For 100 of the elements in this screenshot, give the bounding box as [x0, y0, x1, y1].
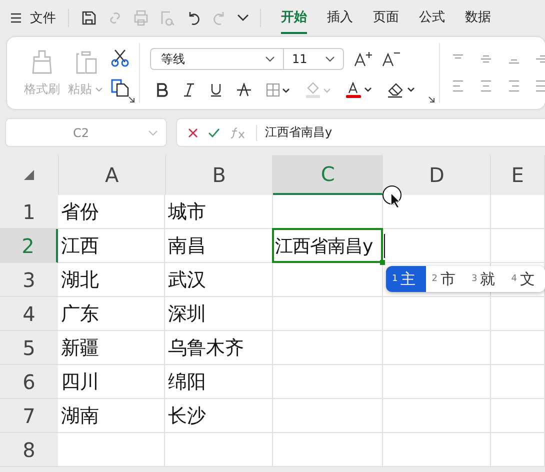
- link-icon[interactable]: [108, 10, 122, 24]
- table-cell[interactable]: [491, 195, 545, 229]
- font-dropdown[interactable]: 等线: [150, 48, 284, 70]
- eraser-icon[interactable]: [387, 82, 415, 98]
- table-cell[interactable]: [273, 195, 383, 229]
- table-cell[interactable]: 深圳: [165, 297, 273, 331]
- increase-font-icon[interactable]: [354, 51, 372, 67]
- candidate-item[interactable]: 1 主: [386, 266, 426, 292]
- chevron-down-icon: [148, 130, 158, 136]
- ribbon-tab[interactable]: 公式: [419, 2, 445, 34]
- menu-icon[interactable]: [10, 12, 22, 24]
- candidate-item[interactable]: 2 市: [426, 266, 466, 292]
- table-cell[interactable]: [383, 433, 491, 467]
- table-cell[interactable]: 新疆: [58, 331, 165, 365]
- table-cell[interactable]: [273, 433, 383, 467]
- table-cell[interactable]: [58, 433, 165, 467]
- ribbon-tab[interactable]: 开始: [281, 2, 307, 34]
- ribbon-tab[interactable]: 插入: [327, 2, 353, 34]
- cell-text: 城市: [167, 200, 206, 224]
- clipboard-icon: [74, 48, 98, 74]
- italic-icon[interactable]: [183, 83, 195, 97]
- print-icon[interactable]: [133, 10, 149, 26]
- table-cell[interactable]: [383, 399, 491, 433]
- scissors-icon[interactable]: [111, 49, 129, 67]
- candidate-item[interactable]: 4 文: [505, 266, 545, 292]
- formula-bar[interactable]: 江西省南昌y: [176, 118, 545, 147]
- font-size-dropdown[interactable]: 11: [284, 48, 344, 70]
- table-cell[interactable]: [491, 331, 545, 365]
- file-menu[interactable]: 文件: [30, 8, 56, 26]
- table-cell[interactable]: 南昌: [165, 229, 273, 263]
- table-cell[interactable]: 江西: [58, 229, 165, 263]
- cursor-icon: [382, 185, 404, 209]
- table-cell[interactable]: [383, 229, 491, 263]
- strikethrough-icon[interactable]: [237, 83, 251, 97]
- expand-icon[interactable]: [128, 96, 135, 103]
- align-middle-icon[interactable]: [480, 54, 492, 64]
- table-cell[interactable]: 武汉: [165, 263, 273, 297]
- copy-icon[interactable]: [111, 79, 129, 97]
- table-cell[interactable]: [383, 365, 491, 399]
- underline-icon[interactable]: [210, 83, 222, 97]
- decrease-font-icon[interactable]: [382, 51, 400, 67]
- table-cell[interactable]: [491, 399, 545, 433]
- chevron-down-icon: [95, 86, 103, 92]
- cancel-icon[interactable]: [188, 128, 198, 138]
- table-cell[interactable]: 四川: [58, 365, 165, 399]
- cell-text: 绵阳: [167, 370, 206, 394]
- borders-icon[interactable]: [266, 83, 290, 97]
- cell-text: 广东: [60, 302, 99, 326]
- table-cell[interactable]: 绵阳: [165, 365, 273, 399]
- bold-icon[interactable]: [156, 83, 168, 97]
- indent-icon[interactable]: [536, 54, 545, 64]
- table-cell[interactable]: [491, 297, 545, 331]
- name-box[interactable]: C2: [5, 118, 167, 147]
- table-cell[interactable]: [383, 297, 491, 331]
- table-cell[interactable]: 城市: [165, 195, 273, 229]
- table-cell[interactable]: [491, 433, 545, 467]
- table-cell[interactable]: 省份: [58, 195, 165, 229]
- table-cell[interactable]: 长沙: [165, 399, 273, 433]
- cell-text: 武汉: [167, 268, 206, 292]
- undo-icon[interactable]: [187, 10, 201, 24]
- redo-icon[interactable]: [212, 10, 226, 24]
- column-header[interactable]: C: [273, 155, 384, 195]
- align-right-icon[interactable]: [508, 80, 520, 92]
- brush-icon: [30, 48, 54, 74]
- fill-color-icon[interactable]: [305, 82, 331, 98]
- cell-text: 省份: [60, 200, 99, 224]
- function-icon[interactable]: [230, 126, 246, 138]
- formula-text: 江西省南昌y: [265, 124, 332, 141]
- cell-text: 四川: [60, 370, 99, 394]
- chevron-down-icon[interactable]: [237, 14, 249, 22]
- cell-text: 新疆: [60, 336, 99, 360]
- table-cell[interactable]: [491, 229, 545, 263]
- table-cell[interactable]: [383, 195, 491, 229]
- table-cell[interactable]: [273, 365, 383, 399]
- table-cell[interactable]: [273, 399, 383, 433]
- check-icon[interactable]: [208, 128, 220, 138]
- table-cell[interactable]: 乌鲁木齐: [165, 331, 273, 365]
- ribbon-tab[interactable]: 数据: [465, 2, 491, 34]
- preview-icon[interactable]: [160, 10, 176, 26]
- ribbon-tab[interactable]: 页面: [373, 2, 399, 34]
- table-cell[interactable]: 湖南: [58, 399, 165, 433]
- row-header[interactable]: 2: [0, 229, 58, 263]
- align-left-icon[interactable]: [452, 80, 464, 92]
- chevron-down-icon: [325, 56, 335, 62]
- font-color-icon[interactable]: [346, 82, 372, 98]
- format-painter-label: 格式刷: [24, 80, 60, 98]
- table-cell[interactable]: [273, 263, 383, 297]
- save-icon[interactable]: [81, 10, 97, 26]
- table-cell[interactable]: [273, 297, 383, 331]
- expand-icon[interactable]: [428, 96, 435, 103]
- table-cell[interactable]: [273, 331, 383, 365]
- table-cell[interactable]: 湖北: [58, 263, 165, 297]
- justify-icon[interactable]: [536, 80, 545, 92]
- triangle-icon: [22, 169, 35, 181]
- table-cell[interactable]: [383, 331, 491, 365]
- candidate-item[interactable]: 3 就: [465, 266, 506, 292]
- table-cell[interactable]: [491, 365, 545, 399]
- table-cell[interactable]: [165, 433, 273, 467]
- align-center-icon[interactable]: [480, 80, 492, 92]
- table-cell[interactable]: 广东: [58, 297, 165, 331]
